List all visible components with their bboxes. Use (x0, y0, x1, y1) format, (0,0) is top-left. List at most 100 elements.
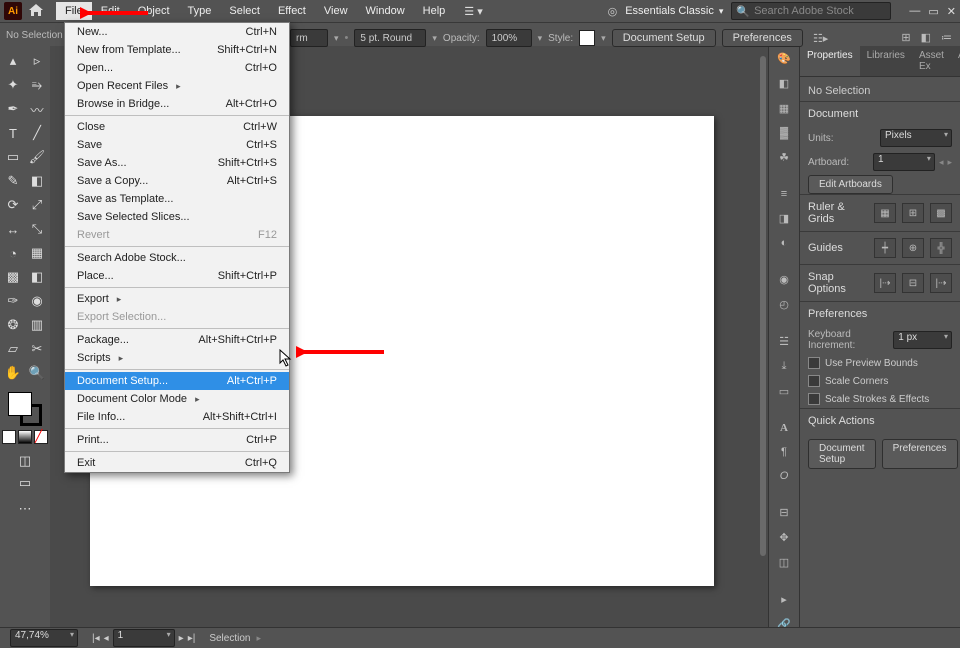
file-menu-document-color-mode[interactable]: Document Color Mode (65, 390, 289, 408)
file-menu-scripts[interactable]: Scripts (65, 349, 289, 367)
file-menu-place[interactable]: Place...Shift+Ctrl+P (65, 267, 289, 285)
shape-builder-tool[interactable]: ◔ (2, 242, 24, 264)
symbol-sprayer-tool[interactable]: ❂ (2, 314, 24, 336)
zoom-level[interactable]: 47,74% (10, 629, 78, 647)
edit-toolbar-icon[interactable]: ⋯ (14, 498, 36, 520)
brushes-icon[interactable]: ▓ (775, 127, 793, 139)
isolate-icon[interactable]: ◧ (921, 31, 931, 44)
magic-wand-tool[interactable]: ✦ (2, 74, 24, 96)
grid-icon[interactable]: ⊞ (902, 203, 924, 223)
search-help-icon[interactable]: ◎ (608, 5, 618, 18)
transparency-icon[interactable]: ◐ (775, 237, 793, 249)
transform-icon[interactable]: ⊞ (901, 31, 910, 44)
align-list-icon[interactable]: ≔ (941, 31, 952, 44)
file-menu-open[interactable]: Open...Ctrl+O (65, 59, 289, 77)
stroke-style[interactable]: 5 pt. Round (354, 29, 426, 47)
file-menu-search-adobe-stock[interactable]: Search Adobe Stock... (65, 249, 289, 267)
lasso-tool[interactable]: ⥱ (26, 74, 48, 96)
fill-swatch[interactable] (8, 392, 32, 416)
units-select[interactable]: Pixels (880, 129, 952, 147)
file-menu-open-recent-files[interactable]: Open Recent Files (65, 77, 289, 95)
opentype-icon[interactable]: O (775, 470, 793, 482)
transparency-grid-icon[interactable]: ▩ (930, 203, 952, 223)
tab-artboards[interactable]: Artboar (951, 46, 960, 76)
rotate-tool[interactable]: ⟳ (2, 194, 24, 216)
snap-pixel-icon[interactable]: |⇢ (930, 273, 952, 293)
slice-tool[interactable]: ✂ (26, 338, 48, 360)
zoom-tool[interactable]: 🔍 (26, 362, 48, 384)
pathfinder-icon[interactable]: ◫ (775, 556, 793, 569)
eyedropper-tool[interactable]: ✑ (2, 290, 24, 312)
gradient-panel-icon[interactable]: ◨ (775, 212, 793, 225)
artboard-tool[interactable]: ▱ (2, 338, 24, 360)
snap-grid-icon[interactable]: ⊟ (902, 273, 924, 293)
file-menu-save-a-copy[interactable]: Save a Copy...Alt+Ctrl+S (65, 172, 289, 190)
type-tool[interactable]: T (2, 122, 24, 144)
color-panel-icon[interactable]: 🎨 (775, 52, 793, 65)
keyboard-increment-input[interactable]: 1 px (893, 331, 952, 349)
file-menu-new[interactable]: New...Ctrl+N (65, 23, 289, 41)
minimize-icon[interactable]: — (909, 5, 920, 18)
symbols-icon[interactable]: ☘ (775, 151, 793, 164)
screen-mode-icon[interactable]: ▭ (14, 472, 36, 494)
free-transform-tool[interactable]: ⤡ (26, 218, 48, 240)
scale-tool[interactable]: ⤢ (26, 194, 48, 216)
arrange-documents-icon[interactable]: ☰ ▾ (464, 5, 482, 18)
file-menu-export[interactable]: Export (65, 290, 289, 308)
tab-properties[interactable]: Properties (800, 46, 860, 76)
scale-strokes-checkbox[interactable]: Scale Strokes & Effects (800, 390, 960, 408)
artboard-number[interactable]: 1 (113, 629, 175, 647)
graphic-styles-icon[interactable]: ◴ (775, 298, 793, 311)
workspace-switcher[interactable]: Essentials Classic▾ (625, 5, 723, 17)
file-menu-file-info[interactable]: File Info...Alt+Shift+Ctrl+I (65, 408, 289, 426)
color-mode-gradient[interactable] (18, 430, 32, 444)
qa-document-setup-button[interactable]: Document Setup (808, 439, 876, 469)
first-artboard-icon[interactable]: |◂ (92, 633, 100, 644)
guides-show-icon[interactable]: ┿ (874, 238, 896, 258)
file-menu-browse-in-bridge[interactable]: Browse in Bridge...Alt+Ctrl+O (65, 95, 289, 113)
draw-mode-icon[interactable]: ◫ (14, 450, 36, 472)
menu-view[interactable]: View (315, 2, 357, 20)
menu-help[interactable]: Help (414, 2, 455, 20)
vertical-scrollbar[interactable] (758, 46, 768, 628)
guides-lock-icon[interactable]: ⊕ (902, 238, 924, 258)
file-menu-new-from-template[interactable]: New from Template...Shift+Ctrl+N (65, 41, 289, 59)
close-icon[interactable]: ✕ (947, 5, 956, 18)
char-panel-icon[interactable]: A (775, 422, 793, 434)
snap-point-icon[interactable]: |⇢ (874, 273, 896, 293)
appearance-icon[interactable]: ◉ (775, 273, 793, 286)
hand-tool[interactable]: ✋ (2, 362, 24, 384)
opacity-value[interactable]: 100% (486, 29, 532, 47)
align-icon[interactable]: ☷▸ (813, 32, 828, 45)
artboard-select[interactable]: 1 (873, 153, 935, 171)
pen-tool[interactable]: ✒ (2, 98, 24, 120)
width-tool[interactable]: ↔ (2, 218, 24, 240)
smart-guides-icon[interactable]: ╬ (930, 238, 952, 258)
file-menu-print[interactable]: Print...Ctrl+P (65, 431, 289, 449)
eraser-tool[interactable]: ◧ (26, 170, 48, 192)
mesh-tool[interactable]: ▩ (2, 266, 24, 288)
paintbrush-tool[interactable]: 🖌 (26, 146, 48, 168)
swatches-icon[interactable]: ▦ (775, 102, 793, 115)
shaper-tool[interactable]: ✎ (2, 170, 24, 192)
menu-select[interactable]: Select (220, 2, 269, 20)
tab-asset-export[interactable]: Asset Ex (912, 46, 951, 76)
status-more-icon[interactable]: ▸ (256, 633, 261, 644)
last-artboard-icon[interactable]: ▸| (188, 633, 196, 644)
rulers-icon[interactable]: ▦ (874, 203, 896, 223)
use-preview-bounds-checkbox[interactable]: Use Preview Bounds (800, 354, 960, 372)
document-setup-button[interactable]: Document Setup (612, 29, 716, 47)
paragraph-icon[interactable]: ¶ (775, 446, 793, 458)
direct-selection-tool[interactable]: ▹ (26, 50, 48, 72)
edit-artboards-button[interactable]: Edit Artboards (808, 175, 893, 194)
qa-preferences-button[interactable]: Preferences (882, 439, 958, 469)
search-adobe-stock[interactable]: 🔍 Search Adobe Stock (731, 2, 891, 20)
gradient-tool[interactable]: ◧ (26, 266, 48, 288)
file-menu-package[interactable]: Package...Alt+Shift+Ctrl+P (65, 331, 289, 349)
prev-artboard-icon[interactable]: ◂ (104, 633, 109, 644)
line-segment-tool[interactable]: ╱ (26, 122, 48, 144)
file-menu-save-as[interactable]: Save As...Shift+Ctrl+S (65, 154, 289, 172)
perspective-grid-tool[interactable]: ▦ (26, 242, 48, 264)
stroke-profile[interactable]: rm (290, 29, 328, 47)
actions-icon[interactable]: ▸ (775, 593, 793, 606)
